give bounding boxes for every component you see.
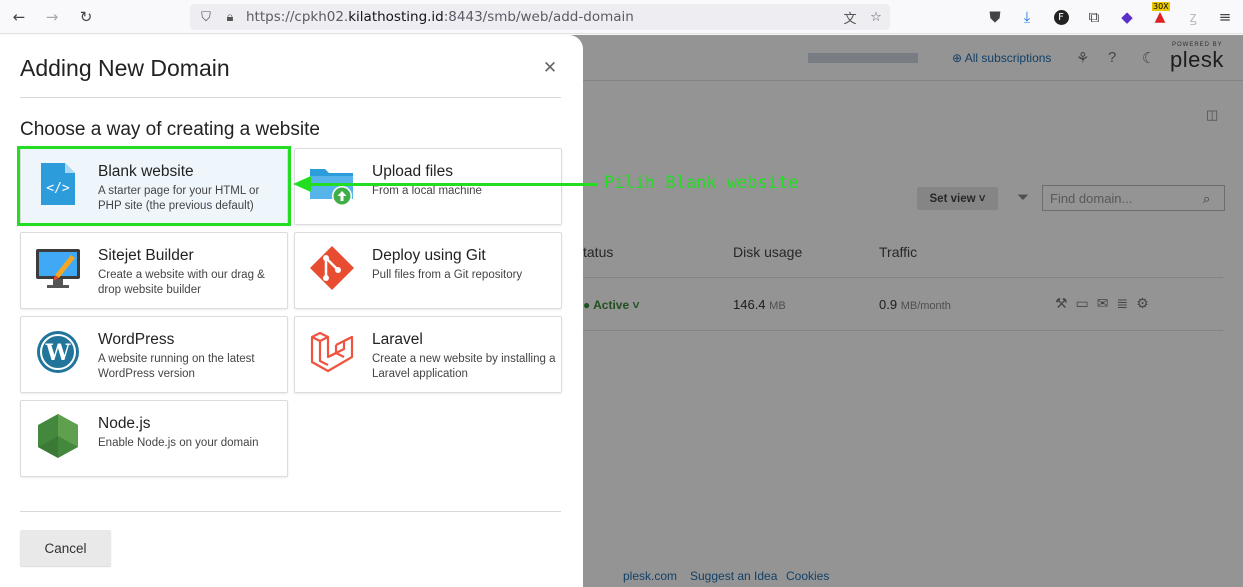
annotation-arrow-line	[310, 183, 597, 186]
extensions-puzzle-icon[interactable]: ⧉	[1084, 7, 1104, 27]
option-wordpress[interactable]: W WordPress A website running on the lat…	[20, 316, 288, 393]
download-icon[interactable]: ⤓	[1017, 7, 1037, 27]
laravel-icon	[309, 329, 355, 375]
lock-icon[interactable]: 🔒︎	[220, 7, 240, 27]
forward-arrow-icon[interactable]: →	[42, 7, 62, 27]
option-upload-files[interactable]: Upload files From a local machine	[294, 148, 562, 225]
divider	[20, 97, 561, 98]
shield-icon[interactable]: ⛉	[196, 7, 216, 27]
option-title: Deploy using Git	[372, 247, 486, 264]
git-icon	[309, 245, 355, 291]
option-description: A website running on the latest WordPres…	[98, 353, 255, 380]
sitejet-icon	[35, 245, 81, 291]
option-title: WordPress	[98, 331, 175, 348]
option-deploy-git[interactable]: Deploy using Git Pull files from a Git r…	[294, 232, 562, 309]
menu-hamburger-icon[interactable]: ≡	[1215, 7, 1235, 27]
reload-icon[interactable]: ↻	[76, 7, 96, 27]
add-domain-modal: Adding New Domain ✕ Choose a way of crea…	[0, 35, 583, 587]
url-text[interactable]: https://cpkh02.kilathosting.id:8443/smb/…	[246, 9, 634, 25]
section-title: Choose a way of creating a website	[20, 119, 320, 140]
extension-gray-icon[interactable]: ꙁ	[1183, 7, 1203, 27]
extension-diamond-icon[interactable]: ◆	[1117, 7, 1137, 27]
wordpress-icon: W	[35, 329, 81, 375]
footer-divider	[20, 511, 561, 512]
annotation-arrow-head	[293, 176, 311, 192]
option-description: Create a new website by installing a Lar…	[372, 353, 556, 380]
extension-badge: 30X	[1152, 2, 1170, 11]
option-sitejet-builder[interactable]: Sitejet Builder Create a website with ou…	[20, 232, 288, 309]
cancel-button[interactable]: Cancel	[20, 530, 111, 566]
browser-toolbar: ← → ↻ ⛉ 🔒︎ https://cpkh02.kilathosting.i…	[0, 0, 1243, 34]
option-description: Enable Node.js on your domain	[98, 437, 259, 449]
highlight-box	[17, 146, 291, 226]
translate-icon[interactable]: 文	[840, 7, 860, 27]
close-icon[interactable]: ✕	[541, 58, 559, 78]
modal-title: Adding New Domain	[20, 55, 230, 81]
option-title: Node.js	[98, 415, 151, 432]
option-description: Pull files from a Git repository	[372, 269, 523, 281]
option-description: From a local machine	[372, 185, 482, 197]
pocket-icon[interactable]: ⛊	[985, 7, 1005, 27]
option-title: Sitejet Builder	[98, 247, 194, 264]
address-bar[interactable]: ⛉ 🔒︎ https://cpkh02.kilathosting.id:8443…	[190, 4, 890, 30]
option-laravel[interactable]: Laravel Create a new website by installi…	[294, 316, 562, 393]
back-arrow-icon[interactable]: ←	[9, 7, 29, 27]
extension-warning-icon[interactable]: ▲ 30X	[1150, 2, 1170, 27]
bookmark-star-icon[interactable]: ☆	[866, 7, 886, 27]
nodejs-icon	[35, 413, 81, 459]
option-title: Upload files	[372, 163, 453, 180]
option-nodejs[interactable]: Node.js Enable Node.js on your domain	[20, 400, 288, 477]
option-description: Create a website with our drag & drop we…	[98, 269, 265, 296]
option-title: Laravel	[372, 331, 423, 348]
extension-f-icon[interactable]: F	[1051, 7, 1071, 27]
svg-text:W: W	[45, 340, 71, 366]
annotation-label: Pilih Blank website	[604, 173, 799, 193]
